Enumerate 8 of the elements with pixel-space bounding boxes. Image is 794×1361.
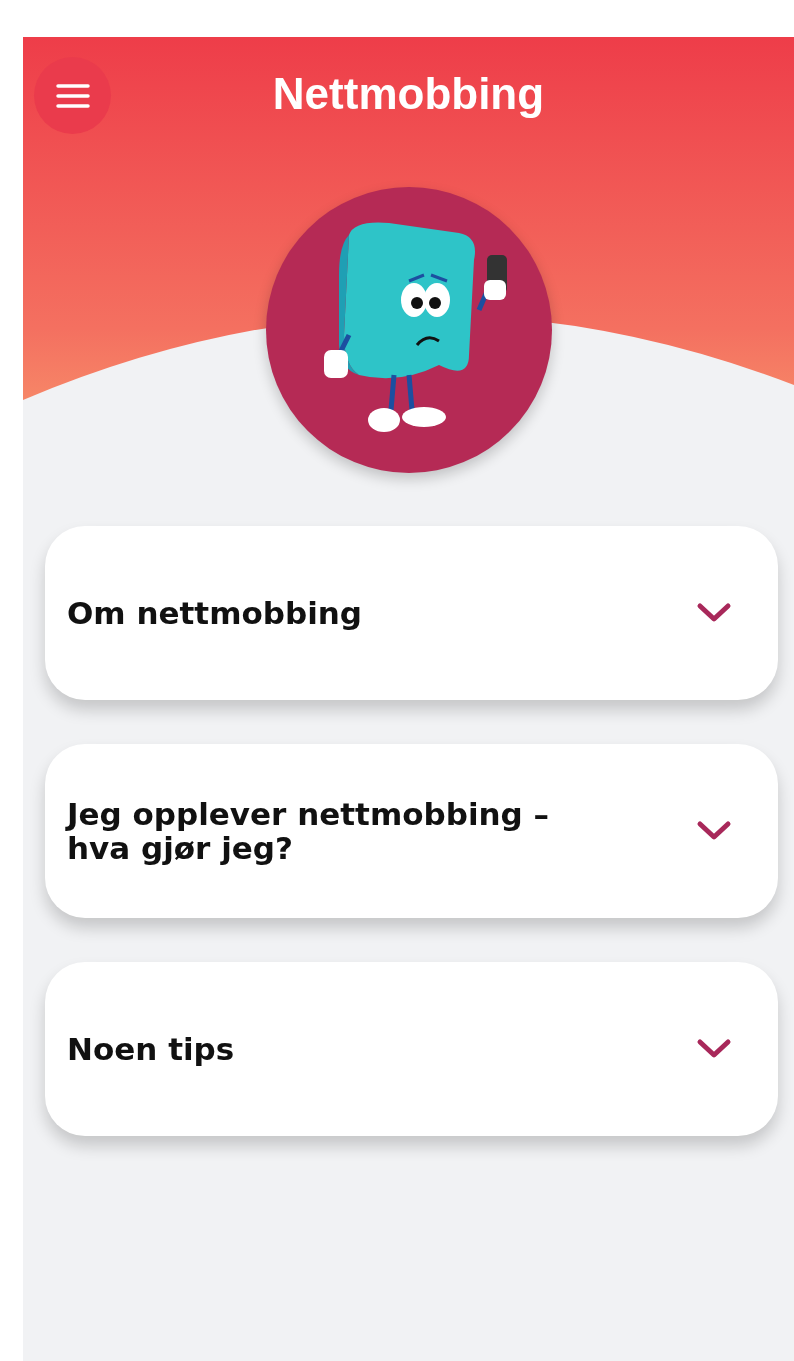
section-title: Jeg opplever nettmobbing – hva gjør jeg? — [67, 796, 550, 866]
accordion-item[interactable]: Noen tips — [45, 962, 778, 1136]
section-title: Om nettmobbing — [67, 595, 363, 631]
accordion-item[interactable]: Om nettmobbing — [45, 526, 778, 700]
page-title: Nettmobbing — [272, 69, 545, 119]
accordion-item[interactable]: Jeg opplever nettmobbing – hva gjør jeg? — [45, 744, 778, 918]
menu-icon — [55, 82, 90, 109]
section-title: Noen tips — [67, 1031, 235, 1067]
